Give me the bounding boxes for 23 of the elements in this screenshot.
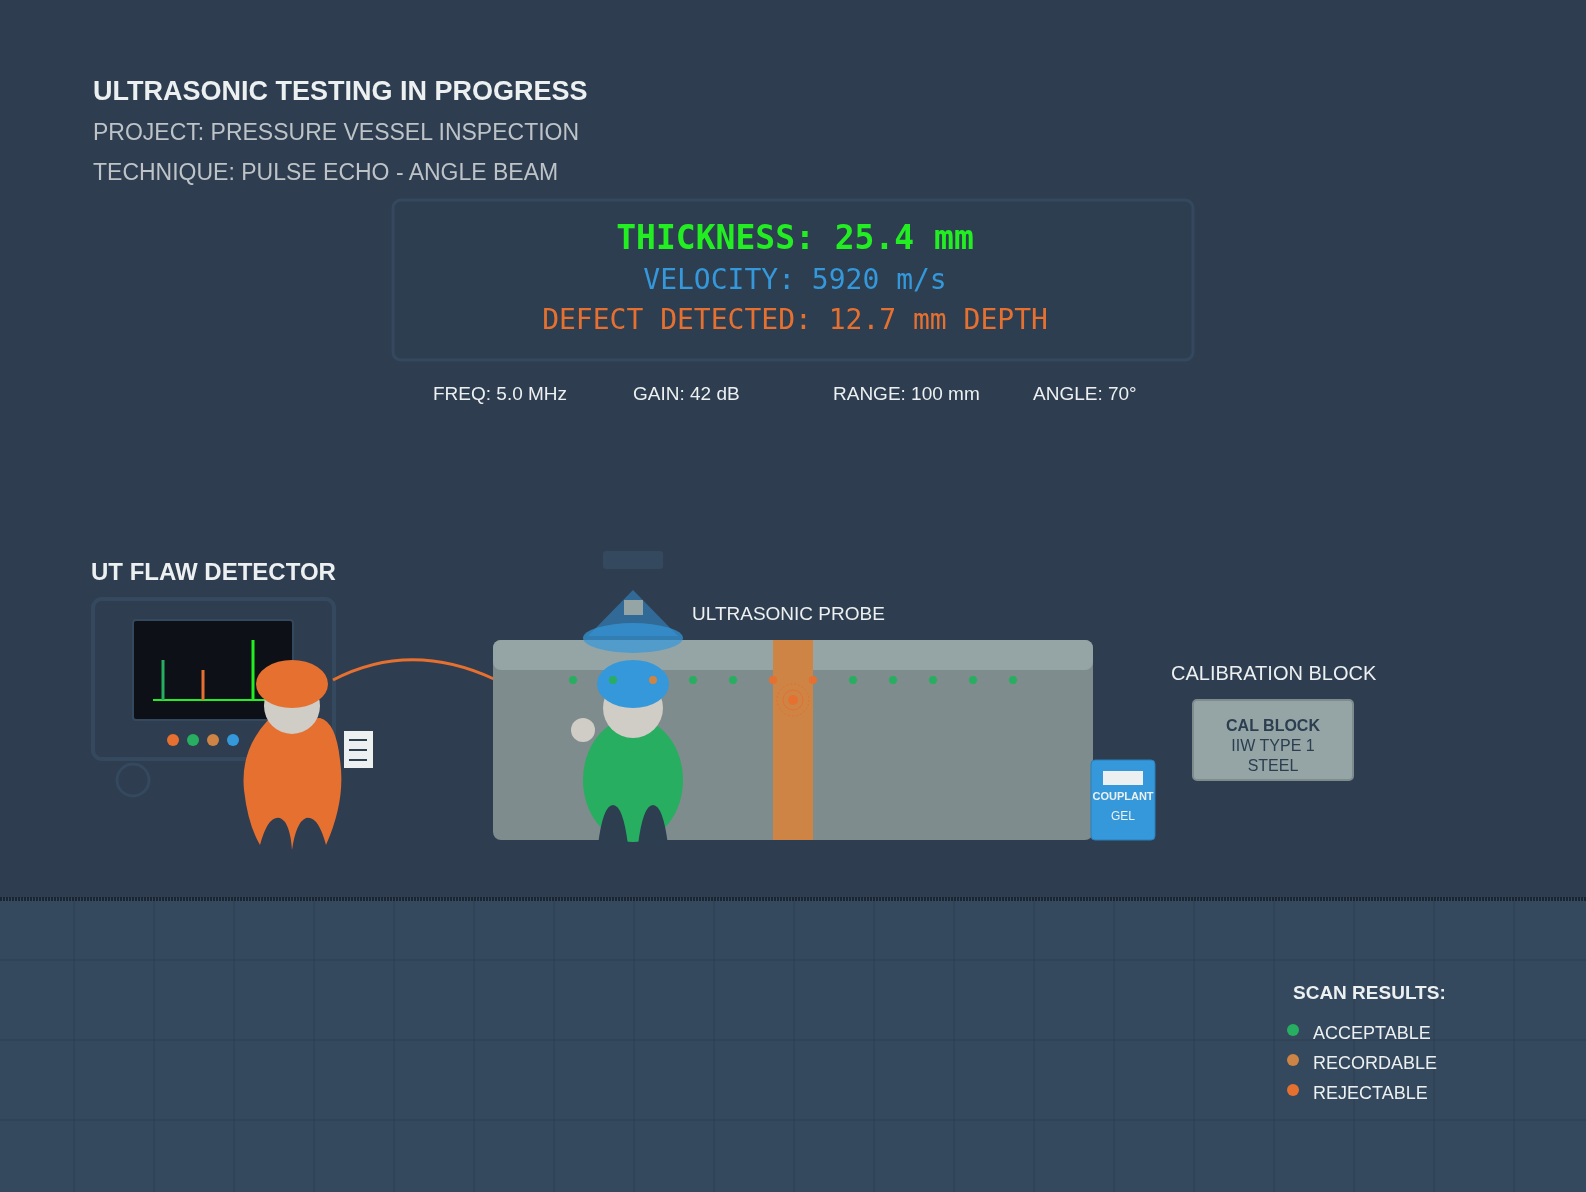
legend-label: ACCEPTABLE [1313, 1023, 1431, 1043]
legend-title: SCAN RESULTS: [1293, 982, 1446, 1003]
readout-line: THICKNESS: 25.4 mm [616, 218, 974, 257]
calibration-label: CALIBRATION BLOCK [1171, 662, 1377, 684]
readout-line: VELOCITY: 5920 m/s [643, 263, 947, 296]
technique-text: TECHNIQUE: PULSE ECHO - ANGLE BEAM [93, 159, 559, 185]
couplant-text: COUPLANT [1092, 790, 1154, 802]
parameter-text: RANGE: 100 mm [833, 383, 980, 404]
gel-text: GEL [1111, 809, 1135, 823]
parameter-text: GAIN: 42 dB [633, 383, 740, 404]
page-title: ULTRASONIC TESTING IN PROGRESS [93, 76, 588, 106]
calibration-block-text: IIW TYPE 1 [1231, 737, 1315, 754]
readout-line: DEFECT DETECTED: 12.7 mm DEPTH [542, 303, 1048, 336]
probe-label: ULTRASONIC PROBE [692, 603, 885, 624]
calibration-block-text: STEEL [1247, 757, 1299, 774]
legend-label: RECORDABLE [1313, 1053, 1438, 1073]
detector-label: UT FLAW DETECTOR [91, 558, 336, 585]
project-text: PROJECT: PRESSURE VESSEL INSPECTION [93, 119, 580, 145]
legend-label: REJECTABLE [1313, 1083, 1428, 1103]
calibration-block-text: CAL BLOCK [1226, 717, 1320, 734]
clipboard-icon [344, 731, 373, 768]
parameter-text: FREQ: 5.0 MHz [433, 383, 568, 404]
parameter-text: ANGLE: 70° [1033, 383, 1137, 404]
